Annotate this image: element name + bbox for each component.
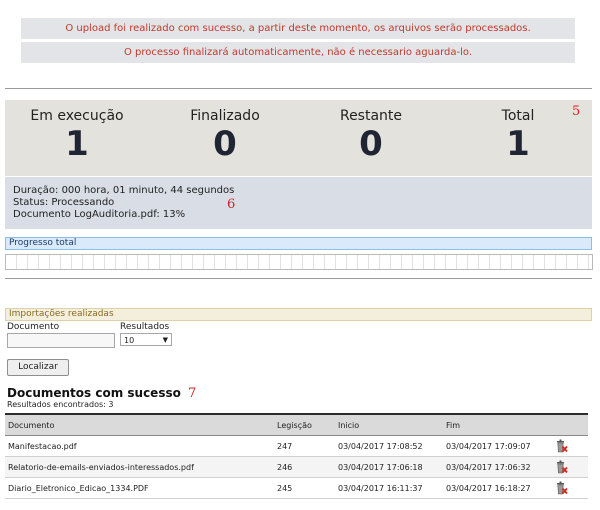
annotation-7: 7 <box>188 386 197 401</box>
results-count: Resultados encontrados: 3 <box>7 400 114 409</box>
stat-label: Total <box>501 108 535 124</box>
stat-finalizado: Finalizado 0 <box>170 108 280 164</box>
stat-value: 1 <box>506 124 530 164</box>
trash-delete-icon[interactable] <box>556 481 568 495</box>
cell-inicio: 03/04/2017 16:11:37 <box>338 484 423 493</box>
documento-field-label: Documento <box>7 322 60 332</box>
stat-label: Em execução <box>30 108 124 124</box>
stat-value: 1 <box>65 124 89 164</box>
divider <box>5 88 592 89</box>
cell-documento: Relatorio-de-emails-enviados-interessado… <box>8 463 194 472</box>
cell-fim: 03/04/2017 17:06:32 <box>446 463 531 472</box>
cell-legiscao: 245 <box>277 484 293 493</box>
column-header-legiscao[interactable]: Legisção <box>277 421 312 430</box>
table-row: Diario_Eletronico_Edicao_1334.PDF 245 03… <box>5 478 588 499</box>
trash-delete-icon[interactable] <box>556 460 568 474</box>
table-header: Documento Legisção Inicio Fim <box>5 413 588 436</box>
duration-text: Duração: 000 hora, 01 minuto, 44 segundo… <box>13 185 235 196</box>
cell-fim: 03/04/2017 16:18:27 <box>446 484 531 493</box>
stat-restante: Restante 0 <box>316 108 426 164</box>
documents-section-title: Documentos com sucesso 7 <box>7 386 196 401</box>
cell-documento: Diario_Eletronico_Edicao_1334.PDF <box>8 484 149 493</box>
resultados-selected-value: 10 <box>124 336 135 345</box>
column-header-inicio[interactable]: Inicio <box>338 421 359 430</box>
annotation-6: 6 <box>227 197 236 212</box>
column-header-fim[interactable]: Fim <box>446 421 460 430</box>
progress-total-bar <box>5 254 593 270</box>
documents-table: Documento Legisção Inicio Fim Manifestac… <box>5 413 588 499</box>
process-info-message: O processo finalizará automaticamente, n… <box>21 42 575 63</box>
cell-inicio: 03/04/2017 17:08:52 <box>338 442 423 451</box>
processing-info-panel: Duração: 000 hora, 01 minuto, 44 segundo… <box>5 177 592 229</box>
cell-fim: 03/04/2017 17:09:07 <box>446 442 531 451</box>
chevron-down-icon: ▼ <box>162 336 168 344</box>
stat-em-execucao: Em execução 1 <box>22 108 132 164</box>
table-row: Relatorio-de-emails-enviados-interessado… <box>5 457 588 478</box>
cell-inicio: 03/04/2017 17:06:18 <box>338 463 423 472</box>
stat-label: Restante <box>339 108 403 124</box>
stat-total: Total 1 <box>483 108 553 164</box>
documento-input[interactable] <box>7 333 115 348</box>
resultados-select[interactable]: 10 ▼ <box>120 333 172 346</box>
stat-label: Finalizado <box>190 108 260 124</box>
status-text: Status: Processando <box>13 197 115 208</box>
resultados-field-label: Resultados <box>120 322 170 332</box>
documents-title-text: Documentos com sucesso <box>7 386 181 400</box>
upload-success-message: O upload foi realizado com sucesso, a pa… <box>21 18 575 39</box>
cell-legiscao: 247 <box>277 442 293 451</box>
stat-value: 0 <box>213 124 237 164</box>
divider <box>5 278 592 279</box>
progress-total-label: Progresso total <box>5 237 592 250</box>
importacoes-header: Importações realizadas <box>5 308 592 321</box>
stats-panel: Em execução 1 Finalizado 0 Restante 0 To… <box>5 100 592 176</box>
stat-value: 0 <box>359 124 383 164</box>
trash-delete-icon[interactable] <box>556 439 568 453</box>
annotation-5: 5 <box>572 104 581 119</box>
localizar-button[interactable]: Localizar <box>7 359 69 376</box>
cell-legiscao: 246 <box>277 463 293 472</box>
cell-documento: Manifestacao.pdf <box>8 442 77 451</box>
column-header-documento[interactable]: Documento <box>8 421 54 430</box>
table-row: Manifestacao.pdf 247 03/04/2017 17:08:52… <box>5 436 588 457</box>
document-progress-text: Documento LogAuditoria.pdf: 13% <box>13 209 186 220</box>
